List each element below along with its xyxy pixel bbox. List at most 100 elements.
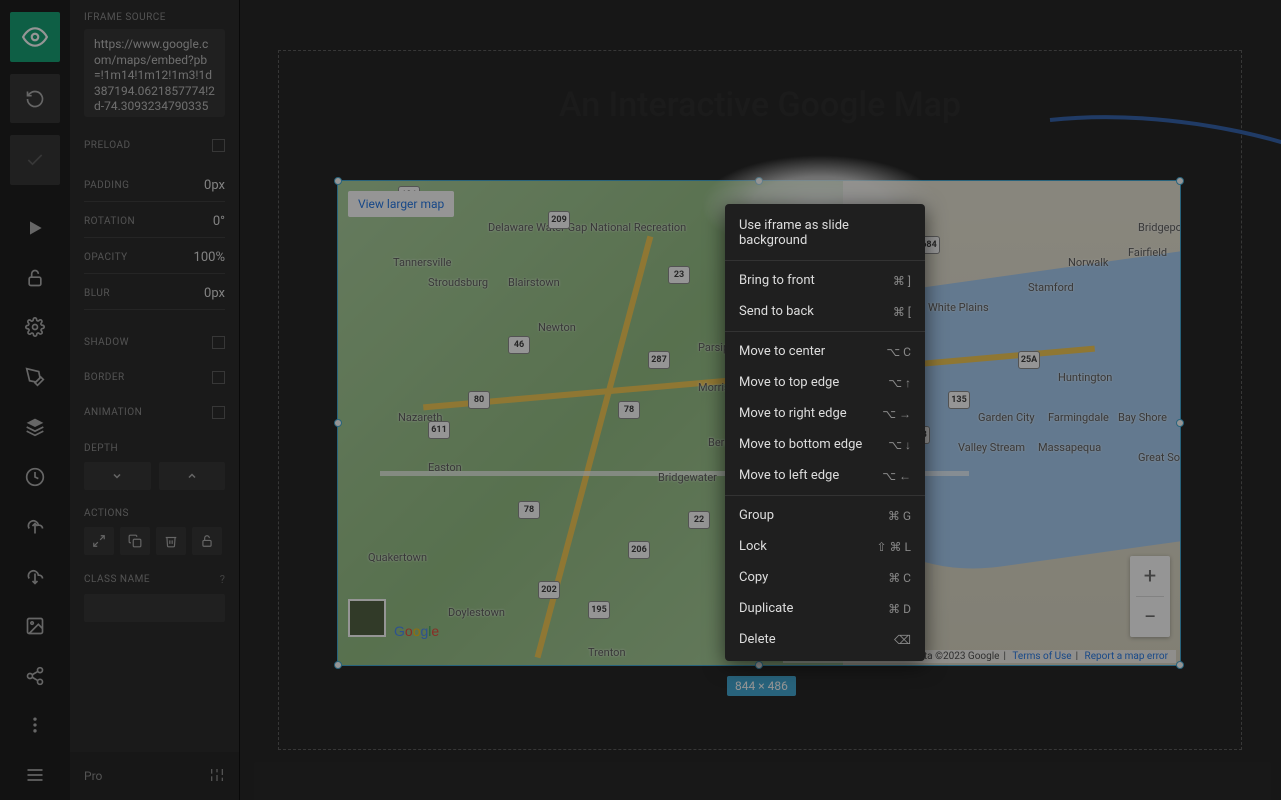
rotation-value[interactable]: 0°	[213, 214, 225, 229]
resize-handle[interactable]	[1176, 177, 1184, 185]
route-shield: 78	[518, 501, 540, 519]
route-shield: 22	[688, 511, 710, 529]
resize-handle[interactable]	[755, 661, 763, 669]
city-label: Garden City	[978, 411, 1035, 424]
context-menu-item[interactable]: Move to right edge⌥ →	[725, 398, 925, 429]
route-shield: 135	[948, 391, 970, 409]
route-shield: 78	[618, 401, 640, 419]
zoom-out-button[interactable]: −	[1130, 597, 1170, 637]
share-button[interactable]	[10, 651, 60, 701]
context-menu-item[interactable]: Delete⌫	[725, 624, 925, 655]
google-logo: Google	[394, 623, 439, 639]
context-menu-item[interactable]: Use iframe as slide background	[725, 210, 925, 256]
animation-checkbox[interactable]	[212, 406, 225, 419]
city-label: Farmingdale	[1048, 411, 1109, 424]
resize-handle[interactable]	[334, 419, 342, 427]
iframe-source-label: IFRAME SOURCE	[84, 12, 225, 23]
style-button[interactable]	[10, 352, 60, 402]
selection-size-badge: 844 × 486	[727, 676, 796, 696]
resize-handle[interactable]	[1176, 661, 1184, 669]
context-menu-item[interactable]: Lock⇧ ⌘ L	[725, 531, 925, 562]
city-label: Massapequa	[1038, 441, 1101, 454]
lock-button[interactable]	[10, 253, 60, 303]
shadow-label: SHADOW	[84, 337, 129, 348]
depth-up-button[interactable]	[159, 462, 226, 490]
icon-sidebar	[0, 0, 70, 800]
delete-button[interactable]	[156, 527, 186, 555]
redo-button[interactable]	[10, 135, 60, 185]
more-button[interactable]	[10, 700, 60, 750]
city-label: Newton	[538, 321, 576, 334]
context-menu-item[interactable]: Move to center⌥ C	[725, 336, 925, 367]
preview-button[interactable]	[10, 12, 60, 62]
city-label: Easton	[428, 461, 462, 474]
slide-title[interactable]: An Interactive Google Map	[278, 85, 1242, 125]
view-larger-map-link[interactable]: View larger map	[348, 191, 454, 217]
opacity-label: OPACITY	[84, 252, 128, 263]
resize-handle[interactable]	[1176, 419, 1184, 427]
duplicate-button[interactable]	[120, 527, 150, 555]
city-label: Delaware Water Gap National Recreation	[488, 221, 686, 234]
opacity-value[interactable]: 100%	[194, 250, 225, 265]
route-shield: 209	[548, 211, 570, 229]
route-shield: 80	[468, 391, 490, 409]
classname-help-icon[interactable]: ?	[220, 573, 225, 586]
iframe-source-input[interactable]: https://www.google.com/maps/embed?pb=!1m…	[84, 29, 225, 117]
download-button[interactable]	[10, 551, 60, 601]
context-menu-item[interactable]: Move to top edge⌥ ↑	[725, 367, 925, 398]
city-label: Great South	[1138, 451, 1180, 464]
report-error-link[interactable]: Report a map error	[1085, 651, 1168, 662]
rotation-label: ROTATION	[84, 216, 135, 227]
preload-checkbox[interactable]	[212, 139, 225, 152]
city-label: Stamford	[1028, 281, 1074, 294]
route-shield: 611	[428, 421, 450, 439]
expand-button[interactable]	[84, 527, 114, 555]
classname-input[interactable]	[84, 594, 225, 622]
route-shield: 287	[648, 351, 670, 369]
zoom-in-button[interactable]: +	[1130, 556, 1170, 596]
history-button[interactable]	[10, 452, 60, 502]
route-shield: 23	[668, 266, 690, 284]
context-menu-item[interactable]: Bring to front⌘ ]	[725, 265, 925, 296]
terms-link[interactable]: Terms of Use	[1012, 651, 1071, 662]
context-menu-item[interactable]: Copy⌘ C	[725, 562, 925, 593]
route-shield: 195	[588, 601, 610, 619]
context-menu-item[interactable]: Group⌘ G	[725, 500, 925, 531]
city-label: Quakertown	[368, 551, 427, 564]
equalizer-icon[interactable]	[209, 767, 225, 786]
context-menu-item[interactable]: Duplicate⌘ D	[725, 593, 925, 624]
preload-label: PRELOAD	[84, 140, 131, 151]
lock-action-button[interactable]	[192, 527, 222, 555]
context-menu: Use iframe as slide background Bring to f…	[725, 204, 925, 661]
padding-value[interactable]: 0px	[204, 178, 225, 193]
menu-button[interactable]	[10, 750, 60, 800]
context-menu-item[interactable]: Send to back⌘ [	[725, 296, 925, 327]
undo-button[interactable]	[10, 74, 60, 124]
city-label: Huntington	[1058, 371, 1112, 384]
blur-value[interactable]: 0px	[204, 286, 225, 301]
context-menu-item[interactable]: Move to left edge⌥ ←	[725, 460, 925, 491]
blur-label: BLUR	[84, 288, 110, 299]
resize-handle[interactable]	[334, 661, 342, 669]
upload-button[interactable]	[10, 502, 60, 552]
context-menu-item[interactable]: Move to bottom edge⌥ ↓	[725, 429, 925, 460]
city-label: Bay Shore	[1118, 411, 1167, 424]
media-button[interactable]	[10, 601, 60, 651]
city-label: Norwalk	[1068, 256, 1108, 269]
map-thumbnail[interactable]	[348, 599, 386, 637]
border-checkbox[interactable]	[212, 371, 225, 384]
shadow-checkbox[interactable]	[212, 336, 225, 349]
properties-panel: IFRAME SOURCE https://www.google.com/map…	[70, 0, 240, 800]
settings-button[interactable]	[10, 303, 60, 353]
depth-label: DEPTH	[84, 443, 225, 454]
city-label: White Plains	[928, 301, 989, 314]
layers-button[interactable]	[10, 402, 60, 452]
route-shield: 25A	[1018, 351, 1040, 369]
footer-pro-label[interactable]: Pro	[84, 769, 102, 783]
play-button[interactable]	[10, 203, 60, 253]
resize-handle[interactable]	[334, 177, 342, 185]
padding-label: PADDING	[84, 180, 129, 191]
depth-down-button[interactable]	[84, 462, 151, 490]
city-label: Stroudsburg	[428, 276, 488, 289]
city-label: Fairfield	[1128, 246, 1167, 259]
